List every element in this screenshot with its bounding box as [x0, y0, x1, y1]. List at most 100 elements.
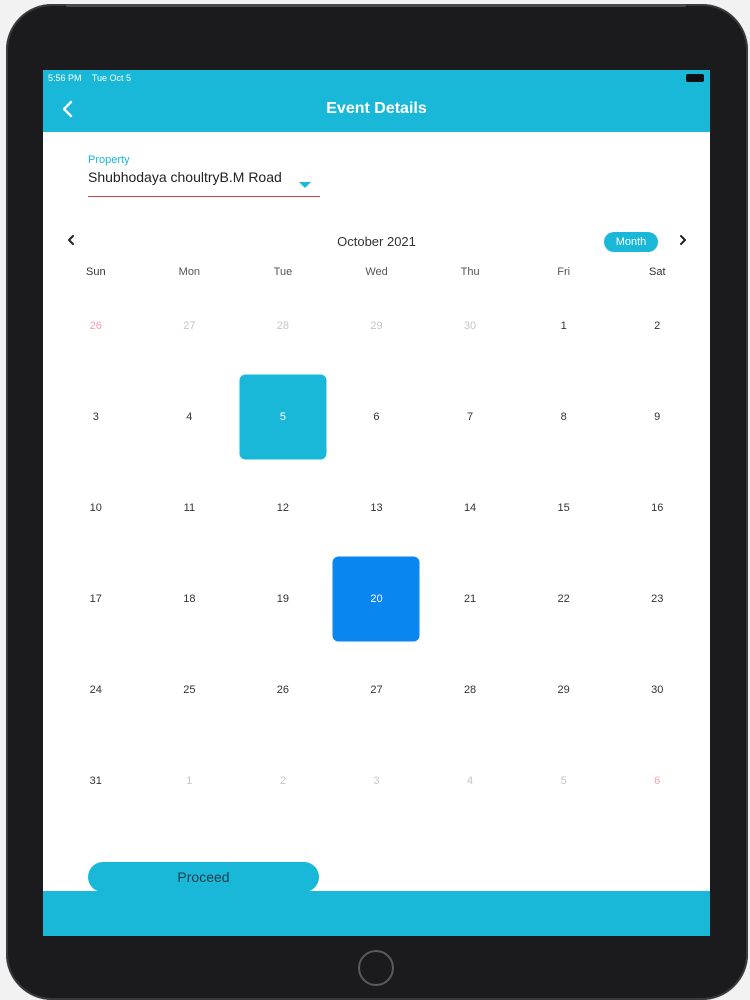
calendar-day[interactable]: 11 [143, 462, 237, 553]
calendar-day-label: 1 [186, 774, 193, 787]
calendar-day[interactable]: 31 [49, 735, 143, 826]
calendar-day-label: 26 [89, 319, 102, 332]
calendar-day[interactable]: 16 [610, 462, 704, 553]
calendar-day-label: 9 [654, 410, 661, 423]
calendar-day-label: 28 [276, 319, 290, 332]
calendar-day-label: 8 [560, 410, 567, 423]
calendar-day[interactable]: 1 [143, 735, 237, 826]
calendar-day-label: 10 [89, 501, 102, 514]
calendar-day[interactable]: 12 [236, 462, 330, 553]
calendar-day[interactable]: 24 [49, 644, 143, 735]
calendar-day[interactable]: 21 [423, 553, 517, 644]
calendar-day-label: 14 [463, 501, 477, 514]
calendar-day-selected[interactable]: 20 [330, 553, 424, 644]
calendar-day[interactable]: 2 [610, 280, 704, 371]
dropdown-arrow-icon[interactable] [299, 182, 311, 188]
home-button[interactable] [358, 950, 394, 986]
calendar-day-label: 7 [467, 410, 474, 423]
calendar-day[interactable]: 29 [517, 644, 611, 735]
calendar-day[interactable]: 28 [236, 280, 330, 371]
calendar-day-label: 27 [183, 319, 196, 332]
calendar-day[interactable]: 6 [610, 735, 704, 826]
calendar-day-label: 20 [370, 592, 383, 605]
chevron-right-icon [680, 235, 686, 245]
calendar-day-label: 17 [89, 592, 102, 605]
calendar-day[interactable]: 7 [423, 371, 517, 462]
battery-icon [686, 74, 704, 82]
page-title: Event Details [326, 100, 427, 117]
calendar-day-label: 4 [467, 774, 474, 787]
calendar-day[interactable]: 29 [330, 280, 424, 371]
calendar-day[interactable]: 27 [143, 280, 237, 371]
property-field[interactable]: Property Shubhodaya choultryB.M Road [88, 154, 320, 197]
property-label: Property [88, 154, 130, 166]
calendar-grid: 26 27 28 29 30 1 2 3 4 5 6 7 8 9 10 11 12 13 14 15 16 17 18 19 2… [49, 280, 704, 826]
bottom-bar [43, 891, 710, 936]
calendar-day-label: 27 [370, 683, 383, 696]
calendar-day-label: 31 [89, 774, 102, 787]
next-month-button[interactable] [673, 232, 693, 252]
view-mode-button[interactable]: Month [604, 232, 658, 252]
calendar-day-label: 18 [183, 592, 196, 605]
calendar-day-label: 6 [654, 774, 661, 787]
calendar-day[interactable]: 26 [49, 280, 143, 371]
calendar-day[interactable]: 26 [236, 644, 330, 735]
calendar-day-label: 1 [560, 319, 567, 332]
calendar-day[interactable]: 4 [143, 371, 237, 462]
calendar-day-label: 2 [654, 319, 661, 332]
app-bar: Event Details [43, 86, 710, 132]
calendar-day-label: 28 [463, 683, 477, 696]
app-screen: 5:56 PM Tue Oct 5 Event Details Property… [43, 70, 710, 936]
calendar-day[interactable]: 6 [330, 371, 424, 462]
calendar-day-label: 30 [651, 683, 664, 696]
calendar-day[interactable]: 2 [236, 735, 330, 826]
calendar-day-label: 29 [370, 319, 383, 332]
calendar-day[interactable]: 27 [330, 644, 424, 735]
calendar-day-label: 12 [276, 501, 290, 514]
calendar-day-label: 25 [183, 683, 196, 696]
calendar-day[interactable]: 13 [330, 462, 424, 553]
calendar-day[interactable]: 3 [330, 735, 424, 826]
calendar-day-label: 5 [560, 774, 567, 787]
calendar-day[interactable]: 30 [610, 644, 704, 735]
calendar-day[interactable]: 9 [610, 371, 704, 462]
calendar-day[interactable]: 18 [143, 553, 237, 644]
calendar-day[interactable]: 23 [610, 553, 704, 644]
calendar-day[interactable]: 19 [236, 553, 330, 644]
calendar-day[interactable]: 4 [423, 735, 517, 826]
calendar-day[interactable]: 5 [517, 735, 611, 826]
calendar-day-label: 5 [279, 410, 286, 423]
calendar-day-label: 30 [463, 319, 477, 332]
calendar-day-label: 22 [557, 592, 570, 605]
calendar-day[interactable]: 8 [517, 371, 611, 462]
calendar-day[interactable]: 17 [49, 553, 143, 644]
calendar-day-today[interactable]: 5 [236, 371, 330, 462]
calendar-day-label: 21 [463, 592, 477, 605]
calendar-day[interactable]: 3 [49, 371, 143, 462]
calendar-day[interactable]: 15 [517, 462, 611, 553]
calendar-day[interactable]: 1 [517, 280, 611, 371]
status-time: 5:56 PM [48, 73, 82, 83]
calendar-day-label: 3 [373, 774, 380, 787]
proceed-button[interactable]: Proceed [88, 862, 319, 892]
property-select[interactable]: Shubhodaya choultryB.M Road [88, 169, 320, 197]
device-top-edge [66, 4, 686, 7]
calendar-day-label: 2 [279, 774, 286, 787]
calendar-day[interactable]: 25 [143, 644, 237, 735]
calendar-day-label: 13 [370, 501, 383, 514]
calendar-day-label: 26 [276, 683, 290, 696]
calendar-day-label: 6 [373, 410, 380, 423]
calendar-day-label: 23 [651, 592, 664, 605]
calendar-day-label: 24 [89, 683, 102, 696]
status-date: Tue Oct 5 [91, 73, 132, 83]
calendar-day[interactable]: 22 [517, 553, 611, 644]
calendar-day[interactable]: 28 [423, 644, 517, 735]
calendar-day-label: 3 [92, 410, 99, 423]
calendar-day-label: 11 [183, 501, 196, 514]
calendar-day[interactable]: 30 [423, 280, 517, 371]
calendar-day[interactable]: 14 [423, 462, 517, 553]
calendar-day-label: 16 [651, 501, 664, 514]
calendar-day-label: 4 [186, 410, 193, 423]
calendar-day[interactable]: 10 [49, 462, 143, 553]
calendar-header: October 2021 Month [43, 228, 710, 256]
